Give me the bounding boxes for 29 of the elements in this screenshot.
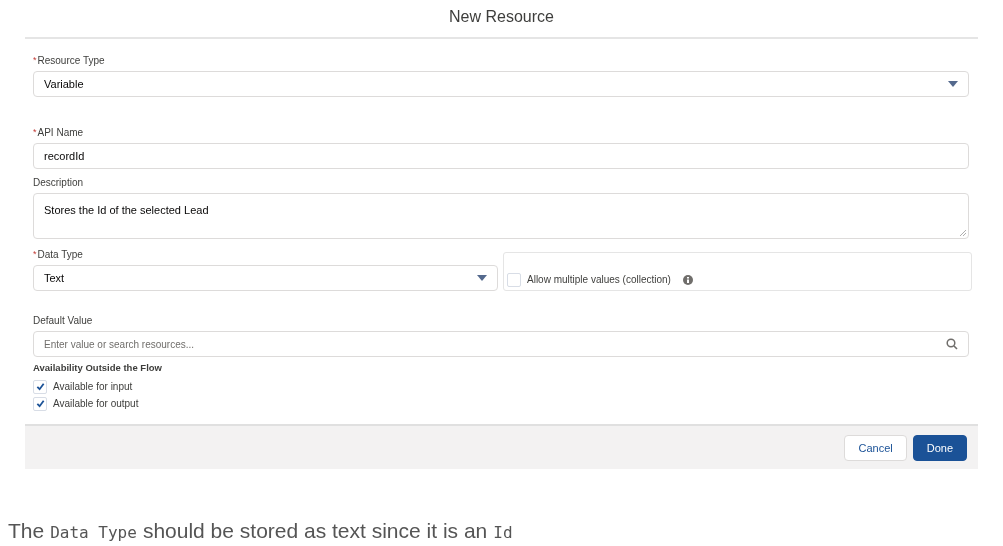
info-icon[interactable] [682,275,693,285]
caption-text: The Data Type should be stored as text since it is an Id [8,518,514,545]
dialog-title: New Resource [449,7,554,27]
checkbox-label: Allow multiple values (collection) [527,273,671,287]
search-field[interactable]: Enter value or search resources... [33,331,969,357]
checkbox[interactable] [33,396,47,411]
dropdown-caret-icon [477,275,487,281]
required-mark: * [33,53,37,67]
field-label: Default Value [33,314,93,328]
section-heading: Availability Outside the Flow [33,361,163,375]
checkbox[interactable] [33,379,47,394]
field-label: Data Type [37,248,83,262]
dropdown-caret-icon [948,81,958,87]
textarea-field[interactable]: Stores the Id of the selected Lead [33,193,969,239]
resize-handle-icon[interactable] [960,230,966,236]
required-mark: * [33,125,37,139]
done-button[interactable]: Done [912,434,967,461]
select-field[interactable]: Text [33,265,498,291]
checkbox-label: Available for output [53,397,139,412]
cancel-button[interactable]: Cancel [844,434,907,461]
field-label: API Name [37,126,84,140]
select-field[interactable]: Variable [33,71,969,97]
input-field[interactable]: recordId [33,143,969,169]
field-label: Resource Type [37,54,105,68]
checkbox[interactable] [507,273,521,287]
field-label: Description [33,176,84,190]
required-mark: * [33,247,37,261]
search-icon [946,338,958,350]
checkbox-label: Available for input [53,380,133,395]
